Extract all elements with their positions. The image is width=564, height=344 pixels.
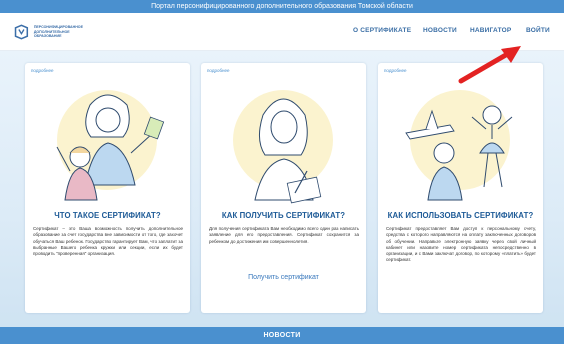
nav-news[interactable]: НОВОСТИ bbox=[423, 27, 457, 34]
card-how-to-get-certificate: подробнее КАК ПОЛУЧИТЬ СЕРТИФИКАТ? Для п… bbox=[201, 63, 366, 313]
card-description: Для получения сертификата Вам необходимо… bbox=[209, 226, 359, 244]
card-more-link[interactable]: подробнее bbox=[207, 68, 230, 73]
portal-title: Портал персонифицированного дополнительн… bbox=[151, 3, 413, 10]
logo-text: Персонифицированное дополнительное образ… bbox=[34, 25, 83, 38]
news-section-label: НОВОСТИ bbox=[263, 332, 301, 339]
nav-about-certificate[interactable]: О СЕРТИФИКАТЕ bbox=[353, 27, 411, 34]
card-what-is-certificate: подробнее ЧТО ТАКОЕ СЕРТИФИКАТ? Сертифик… bbox=[25, 63, 190, 313]
site-logo[interactable]: Персонифицированное дополнительное образ… bbox=[13, 21, 83, 43]
logo-line-3: образование bbox=[33, 34, 62, 39]
card-description: Сертификат предоставляет Вам доступ к пе… bbox=[386, 226, 536, 263]
card-more-link[interactable]: подробнее bbox=[31, 68, 54, 73]
red-arrow-annotation bbox=[458, 46, 521, 84]
mother-child-illustration bbox=[56, 90, 165, 201]
card-more-link[interactable]: подробнее bbox=[384, 68, 407, 73]
woman-writing-illustration bbox=[233, 90, 333, 204]
nav-navigator[interactable]: НАВИГАТОР bbox=[470, 27, 511, 34]
get-certificate-link[interactable]: Получить сертификат bbox=[201, 274, 366, 281]
children-activities-illustration bbox=[405, 90, 513, 201]
logo-icon bbox=[14, 24, 29, 40]
news-section-header[interactable]: НОВОСТИ bbox=[0, 327, 564, 344]
card-how-to-use-certificate: подробнее КАК ИСПОЛЬЗОВАТЬ СЕРТИФИКАТ? С… bbox=[378, 63, 543, 313]
card-title: КАК ПОЛУЧИТЬ СЕРТИФИКАТ? bbox=[221, 211, 346, 220]
portal-title-bar: Портал персонифицированного дополнительн… bbox=[0, 0, 564, 13]
card-title: ЧТО ТАКОЕ СЕРТИФИКАТ? bbox=[54, 211, 161, 220]
card-title: КАК ИСПОЛЬЗОВАТЬ СЕРТИФИКАТ? bbox=[387, 211, 534, 220]
card-description: Сертификат – это Ваша возможность получи… bbox=[33, 226, 183, 257]
nav-login[interactable]: ВОЙТИ bbox=[526, 27, 550, 34]
